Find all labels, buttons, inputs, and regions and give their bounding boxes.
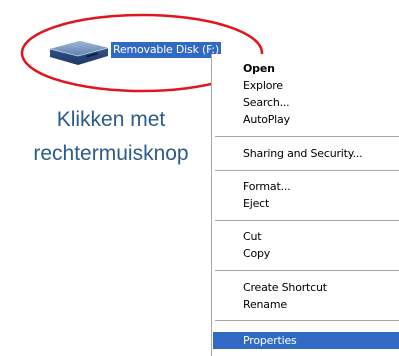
menu-item-search[interactable]: Search... — [213, 94, 399, 111]
menu-separator — [215, 220, 399, 221]
menu-item-sharing-security[interactable]: Sharing and Security... — [213, 145, 399, 162]
menu-item-properties[interactable]: Properties — [213, 332, 399, 349]
menu-separator — [215, 136, 399, 137]
menu-item-format[interactable]: Format... — [213, 178, 399, 195]
caption-line-1: Klikken met — [56, 108, 166, 131]
menu-item-eject[interactable]: Eject — [213, 195, 399, 212]
context-menu: Open Explore Search... AutoPlay Sharing … — [211, 54, 399, 356]
caption: Klikken met rechtermuisknop — [0, 103, 222, 171]
menu-separator — [215, 320, 399, 321]
caption-line-2: rechtermuisknop — [33, 142, 189, 165]
menu-item-copy[interactable]: Copy — [213, 245, 399, 262]
menu-item-cut[interactable]: Cut — [213, 228, 399, 245]
menu-item-open[interactable]: Open — [213, 60, 399, 77]
menu-item-create-shortcut[interactable]: Create Shortcut — [213, 279, 399, 296]
menu-item-autoplay[interactable]: AutoPlay — [213, 111, 399, 128]
menu-item-explore[interactable]: Explore — [213, 77, 399, 94]
menu-separator — [215, 270, 399, 271]
menu-separator — [215, 170, 399, 171]
menu-item-rename[interactable]: Rename — [213, 296, 399, 313]
